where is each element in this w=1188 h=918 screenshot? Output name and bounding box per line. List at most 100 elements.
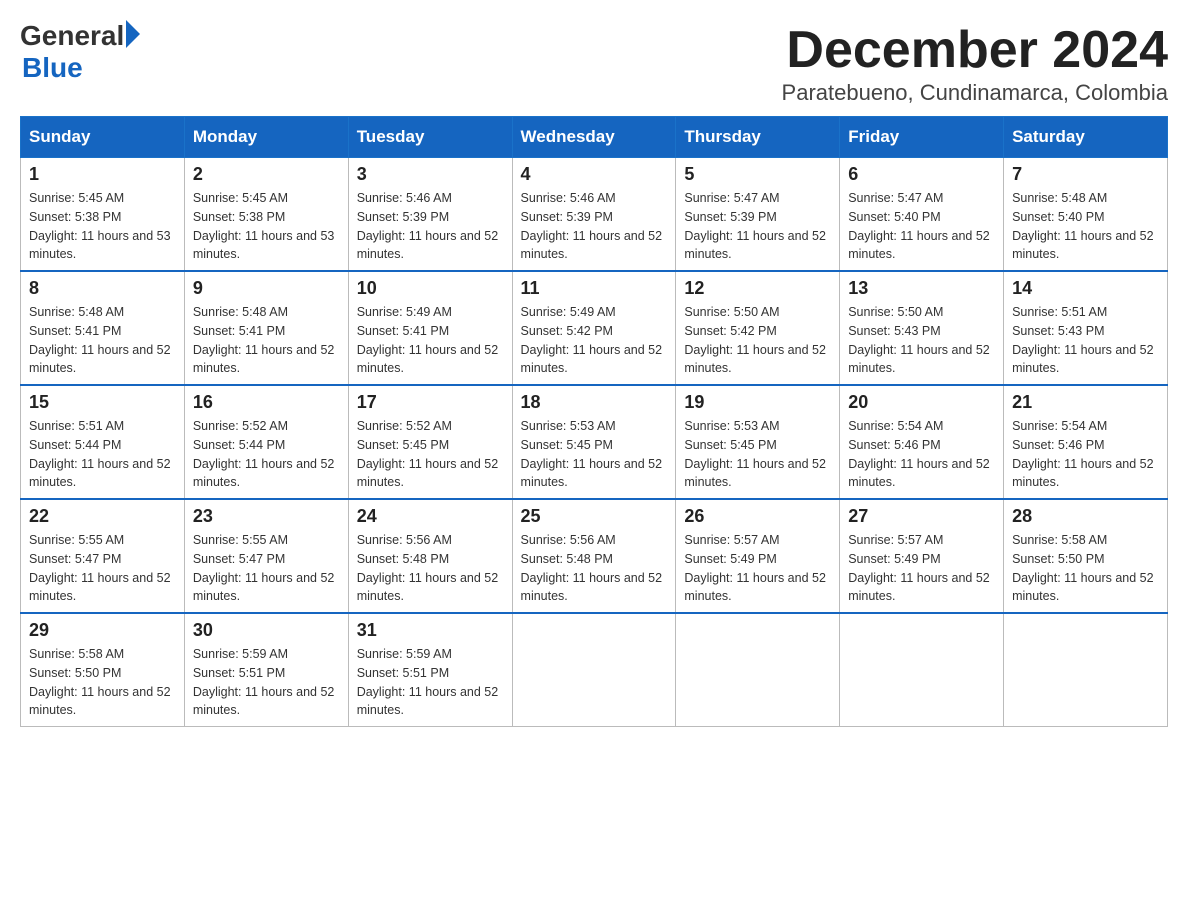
day-number: 3 <box>357 164 504 185</box>
calendar-cell: 17Sunrise: 5:52 AMSunset: 5:45 PMDayligh… <box>348 385 512 499</box>
calendar-cell: 28 Sunrise: 5:58 AMSunset: 5:50 PMDayligh… <box>1004 499 1168 613</box>
calendar-cell: 21Sunrise: 5:54 AMSunset: 5:46 PMDayligh… <box>1004 385 1168 499</box>
day-info: Sunrise: 5:55 AMSunset: 5:47 PMDaylight:… <box>193 531 340 606</box>
calendar-cell <box>676 613 840 727</box>
day-info: Sunrise: 5:53 AMSunset: 5:45 PMDaylight:… <box>521 417 668 492</box>
day-info: Sunrise: 5:56 AMSunset: 5:48 PMDaylight:… <box>521 531 668 606</box>
day-number: 29 <box>29 620 176 641</box>
day-number: 12 <box>684 278 831 299</box>
day-info: Sunrise: 5:50 AMSunset: 5:42 PMDaylight:… <box>684 303 831 378</box>
day-number: 4 <box>521 164 668 185</box>
title-block: December 2024 Paratebueno, Cundinamarca,… <box>782 20 1168 106</box>
weekday-header-thursday: Thursday <box>676 117 840 158</box>
day-info: Sunrise: 5:49 AMSunset: 5:41 PMDaylight:… <box>357 303 504 378</box>
day-number: 20 <box>848 392 995 413</box>
day-info: Sunrise: 5:59 AMSunset: 5:51 PMDaylight:… <box>193 645 340 720</box>
calendar-week-row: 22 Sunrise: 5:55 AMSunset: 5:47 PMDayligh… <box>21 499 1168 613</box>
calendar-cell: 24Sunrise: 5:56 AMSunset: 5:48 PMDayligh… <box>348 499 512 613</box>
day-number: 9 <box>193 278 340 299</box>
day-info: Sunrise: 5:48 AMSunset: 5:41 PMDaylight:… <box>29 303 176 378</box>
day-number: 14 <box>1012 278 1159 299</box>
day-number: 11 <box>521 278 668 299</box>
weekday-header-friday: Friday <box>840 117 1004 158</box>
day-info: Sunrise: 5:51 AMSunset: 5:44 PMDaylight:… <box>29 417 176 492</box>
calendar-cell: 19Sunrise: 5:53 AMSunset: 5:45 PMDayligh… <box>676 385 840 499</box>
calendar-cell: 18 Sunrise: 5:53 AMSunset: 5:45 PMDayligh… <box>512 385 676 499</box>
day-number: 2 <box>193 164 340 185</box>
month-title: December 2024 <box>782 20 1168 80</box>
day-number: 5 <box>684 164 831 185</box>
day-number: 28 <box>1012 506 1159 527</box>
day-number: 7 <box>1012 164 1159 185</box>
day-number: 15 <box>29 392 176 413</box>
day-number: 18 <box>521 392 668 413</box>
day-info: Sunrise: 5:54 AMSunset: 5:46 PMDaylight:… <box>1012 417 1159 492</box>
day-info: Sunrise: 5:57 AMSunset: 5:49 PMDaylight:… <box>684 531 831 606</box>
day-number: 19 <box>684 392 831 413</box>
calendar-cell: 2Sunrise: 5:45 AMSunset: 5:38 PMDaylight… <box>184 158 348 272</box>
day-info: Sunrise: 5:50 AMSunset: 5:43 PMDaylight:… <box>848 303 995 378</box>
day-info: Sunrise: 5:48 AMSunset: 5:40 PMDaylight:… <box>1012 189 1159 264</box>
calendar-cell: 11 Sunrise: 5:49 AMSunset: 5:42 PMDayligh… <box>512 271 676 385</box>
calendar-cell: 26 Sunrise: 5:57 AMSunset: 5:49 PMDayligh… <box>676 499 840 613</box>
day-info: Sunrise: 5:58 AMSunset: 5:50 PMDaylight:… <box>1012 531 1159 606</box>
weekday-header-saturday: Saturday <box>1004 117 1168 158</box>
day-number: 10 <box>357 278 504 299</box>
calendar-cell: 14 Sunrise: 5:51 AMSunset: 5:43 PMDayligh… <box>1004 271 1168 385</box>
weekday-header-row: SundayMondayTuesdayWednesdayThursdayFrid… <box>21 117 1168 158</box>
day-number: 8 <box>29 278 176 299</box>
calendar-week-row: 8 Sunrise: 5:48 AMSunset: 5:41 PMDaylight… <box>21 271 1168 385</box>
day-number: 25 <box>521 506 668 527</box>
calendar-cell: 31Sunrise: 5:59 AMSunset: 5:51 PMDayligh… <box>348 613 512 727</box>
calendar-week-row: 1 Sunrise: 5:45 AMSunset: 5:38 PMDaylight… <box>21 158 1168 272</box>
calendar-cell: 22 Sunrise: 5:55 AMSunset: 5:47 PMDayligh… <box>21 499 185 613</box>
day-info: Sunrise: 5:49 AMSunset: 5:42 PMDaylight:… <box>521 303 668 378</box>
calendar-cell: 7 Sunrise: 5:48 AMSunset: 5:40 PMDaylight… <box>1004 158 1168 272</box>
day-number: 6 <box>848 164 995 185</box>
day-info: Sunrise: 5:47 AMSunset: 5:39 PMDaylight:… <box>684 189 831 264</box>
calendar-cell <box>1004 613 1168 727</box>
day-info: Sunrise: 5:54 AMSunset: 5:46 PMDaylight:… <box>848 417 995 492</box>
logo-blue-text: Blue <box>22 52 83 84</box>
logo-arrow-icon <box>126 20 140 48</box>
calendar-cell: 10 Sunrise: 5:49 AMSunset: 5:41 PMDayligh… <box>348 271 512 385</box>
day-number: 1 <box>29 164 176 185</box>
logo-general-text: General <box>20 20 124 52</box>
day-info: Sunrise: 5:57 AMSunset: 5:49 PMDaylight:… <box>848 531 995 606</box>
day-number: 31 <box>357 620 504 641</box>
calendar-cell: 16 Sunrise: 5:52 AMSunset: 5:44 PMDayligh… <box>184 385 348 499</box>
day-info: Sunrise: 5:58 AMSunset: 5:50 PMDaylight:… <box>29 645 176 720</box>
weekday-header-sunday: Sunday <box>21 117 185 158</box>
calendar-cell: 5 Sunrise: 5:47 AMSunset: 5:39 PMDaylight… <box>676 158 840 272</box>
day-info: Sunrise: 5:46 AMSunset: 5:39 PMDaylight:… <box>357 189 504 264</box>
day-number: 26 <box>684 506 831 527</box>
logo: General Blue <box>20 20 140 84</box>
calendar-cell: 6 Sunrise: 5:47 AMSunset: 5:40 PMDaylight… <box>840 158 1004 272</box>
weekday-header-wednesday: Wednesday <box>512 117 676 158</box>
day-info: Sunrise: 5:51 AMSunset: 5:43 PMDaylight:… <box>1012 303 1159 378</box>
day-number: 22 <box>29 506 176 527</box>
day-info: Sunrise: 5:48 AMSunset: 5:41 PMDaylight:… <box>193 303 340 378</box>
day-number: 23 <box>193 506 340 527</box>
day-info: Sunrise: 5:46 AMSunset: 5:39 PMDaylight:… <box>521 189 668 264</box>
day-info: Sunrise: 5:45 AMSunset: 5:38 PMDaylight:… <box>29 189 176 264</box>
calendar-week-row: 15 Sunrise: 5:51 AMSunset: 5:44 PMDayligh… <box>21 385 1168 499</box>
day-info: Sunrise: 5:55 AMSunset: 5:47 PMDaylight:… <box>29 531 176 606</box>
day-number: 27 <box>848 506 995 527</box>
location-text: Paratebueno, Cundinamarca, Colombia <box>782 80 1168 106</box>
calendar-cell: 13 Sunrise: 5:50 AMSunset: 5:43 PMDayligh… <box>840 271 1004 385</box>
calendar-cell: 8 Sunrise: 5:48 AMSunset: 5:41 PMDaylight… <box>21 271 185 385</box>
day-info: Sunrise: 5:52 AMSunset: 5:44 PMDaylight:… <box>193 417 340 492</box>
calendar-table: SundayMondayTuesdayWednesdayThursdayFrid… <box>20 116 1168 727</box>
day-number: 13 <box>848 278 995 299</box>
day-number: 16 <box>193 392 340 413</box>
calendar-cell: 9 Sunrise: 5:48 AMSunset: 5:41 PMDaylight… <box>184 271 348 385</box>
weekday-header-tuesday: Tuesday <box>348 117 512 158</box>
day-info: Sunrise: 5:47 AMSunset: 5:40 PMDaylight:… <box>848 189 995 264</box>
page-header: General Blue December 2024 Paratebueno, … <box>20 20 1168 106</box>
calendar-cell: 20 Sunrise: 5:54 AMSunset: 5:46 PMDayligh… <box>840 385 1004 499</box>
calendar-week-row: 29 Sunrise: 5:58 AMSunset: 5:50 PMDayligh… <box>21 613 1168 727</box>
calendar-cell: 15 Sunrise: 5:51 AMSunset: 5:44 PMDayligh… <box>21 385 185 499</box>
calendar-cell: 23 Sunrise: 5:55 AMSunset: 5:47 PMDayligh… <box>184 499 348 613</box>
calendar-cell <box>512 613 676 727</box>
